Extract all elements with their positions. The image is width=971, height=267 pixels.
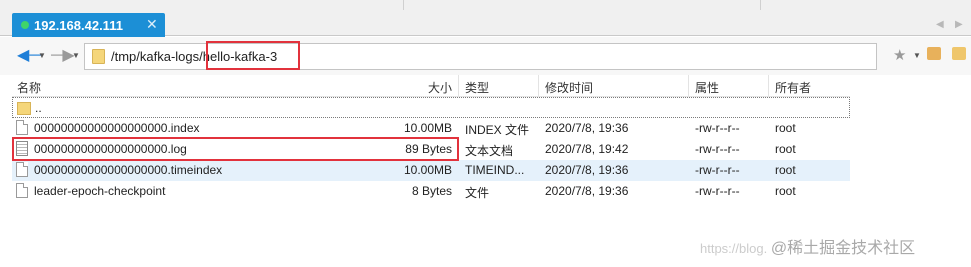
file-owner: root bbox=[775, 142, 796, 156]
row-highlight-box bbox=[12, 137, 459, 161]
address-bar[interactable]: /tmp/kafka-logs/hello-kafka-3 bbox=[84, 43, 877, 70]
file-type: 文本文档 bbox=[465, 144, 514, 158]
file-icon bbox=[16, 162, 28, 177]
column-size-header[interactable]: 大小 bbox=[428, 79, 452, 96]
column-divider[interactable] bbox=[458, 75, 459, 97]
watermark-url: https://blog. bbox=[700, 241, 768, 256]
tab-divider bbox=[760, 0, 761, 10]
column-divider[interactable] bbox=[688, 75, 689, 97]
file-attrs: -rw-r--r-- bbox=[695, 163, 740, 177]
file-attrs: -rw-r--r-- bbox=[695, 184, 740, 198]
tab-bar: 192.168.42.111 ✕ ◀ ▶ bbox=[0, 0, 971, 37]
connection-status-icon bbox=[21, 21, 29, 29]
file-icon bbox=[16, 183, 28, 198]
file-size: 10.00MB bbox=[403, 121, 452, 135]
forward-dropdown-icon[interactable]: ▼ bbox=[72, 51, 80, 60]
close-icon[interactable]: ✕ bbox=[146, 16, 158, 33]
table-row[interactable]: 00000000000000000000.index 10.00MB INDEX… bbox=[12, 118, 850, 139]
file-owner: root bbox=[775, 184, 796, 198]
folder-icon bbox=[92, 49, 105, 64]
file-type: INDEX 文件 bbox=[465, 123, 530, 137]
column-header: 名称 大小 类型 修改时间 属性 所有者 bbox=[12, 75, 850, 97]
table-row[interactable]: leader-epoch-checkpoint 8 Bytes 文件 2020/… bbox=[12, 181, 850, 202]
column-owner-header[interactable]: 所有者 bbox=[775, 79, 811, 96]
file-attrs: -rw-r--r-- bbox=[695, 142, 740, 156]
file-size: 8 Bytes bbox=[411, 184, 452, 198]
file-modified: 2020/7/8, 19:36 bbox=[545, 184, 629, 198]
file-attrs: -rw-r--r-- bbox=[695, 121, 740, 135]
tab-scroll-left-icon[interactable]: ◀ bbox=[936, 19, 944, 30]
watermark: https://blog. @稀土掘金技术社区 bbox=[700, 234, 915, 258]
bookmark-star-icon[interactable]: ★ bbox=[893, 46, 906, 64]
path-highlight-box bbox=[206, 41, 300, 70]
file-icon bbox=[16, 120, 28, 135]
column-divider[interactable] bbox=[768, 75, 769, 97]
file-modified: 2020/7/8, 19:42 bbox=[545, 142, 629, 156]
file-modified: 2020/7/8, 19:36 bbox=[545, 163, 629, 177]
back-dropdown-icon[interactable]: ▼ bbox=[38, 51, 46, 60]
column-attrs-header[interactable]: 属性 bbox=[695, 79, 719, 96]
table-row-selected[interactable]: 00000000000000000000.timeindex 10.00MB T… bbox=[12, 160, 850, 181]
file-modified: 2020/7/8, 19:36 bbox=[545, 121, 629, 135]
tab-divider bbox=[403, 0, 404, 10]
tab-title: 192.168.42.111 bbox=[34, 18, 123, 33]
file-owner: root bbox=[775, 121, 796, 135]
tab-scroll-right-icon[interactable]: ▶ bbox=[955, 19, 963, 30]
folder-icon bbox=[17, 102, 31, 115]
column-divider[interactable] bbox=[538, 75, 539, 97]
file-type: TIMEIND... bbox=[465, 163, 525, 177]
file-name: 00000000000000000000.timeindex bbox=[34, 163, 223, 177]
file-name: .. bbox=[35, 101, 42, 115]
column-name-header[interactable]: 名称 bbox=[17, 79, 41, 96]
bookmark-dropdown-icon[interactable]: ▼ bbox=[913, 51, 921, 60]
file-owner: root bbox=[775, 163, 796, 177]
table-row-parent[interactable]: .. bbox=[12, 97, 850, 118]
file-size: 10.00MB bbox=[403, 163, 452, 177]
column-type-header[interactable]: 类型 bbox=[465, 79, 489, 96]
file-type: 文件 bbox=[465, 186, 490, 200]
watermark-brand: @稀土掘金技术社区 bbox=[770, 240, 916, 257]
address-toolbar: ◀─ ▼ ─▶ ▼ /tmp/kafka-logs/hello-kafka-3 … bbox=[0, 37, 971, 75]
tab-session[interactable]: 192.168.42.111 ✕ bbox=[12, 13, 165, 37]
file-name: 00000000000000000000.index bbox=[34, 121, 200, 135]
folder-action-icon[interactable] bbox=[952, 47, 966, 60]
home-folder-icon[interactable] bbox=[927, 47, 941, 60]
column-modified-header[interactable]: 修改时间 bbox=[545, 79, 593, 96]
file-name: leader-epoch-checkpoint bbox=[34, 184, 166, 198]
